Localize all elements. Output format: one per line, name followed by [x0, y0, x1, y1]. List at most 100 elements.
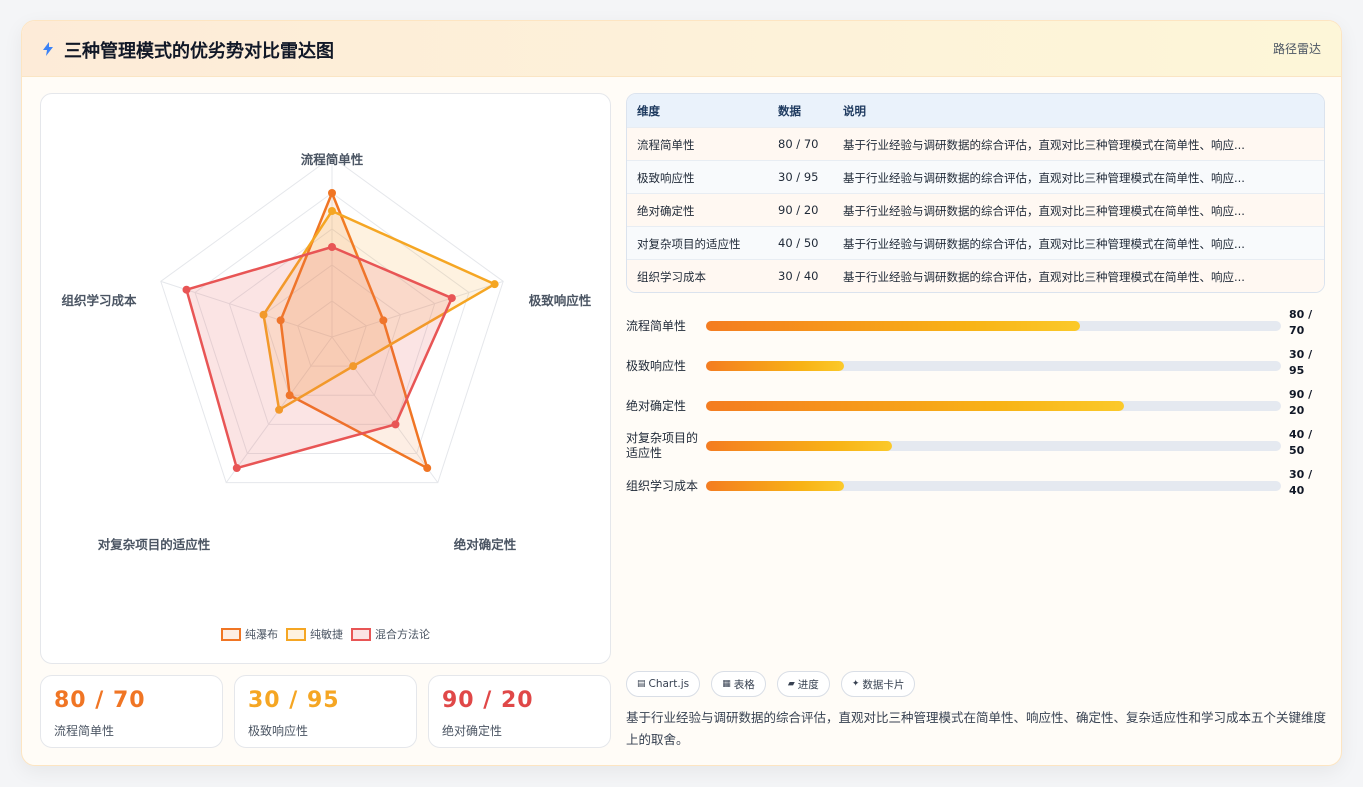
table-header-cell: 数据 [778, 104, 801, 118]
table-cell: 极致响应性 [637, 171, 695, 185]
progress-fill [706, 401, 1125, 411]
table-icon: ▦ [722, 679, 731, 689]
radar-point [447, 294, 456, 303]
radar-point [328, 189, 336, 197]
radar-chart: 流程简单性极致响应性绝对确定性 对复杂项目的适应性 组织学习成本 [61, 152, 592, 552]
legend-label: 混合方法论 [375, 628, 430, 641]
chip-label: 进度 [797, 678, 819, 691]
table-header-row: 维度 数据 说明 [627, 94, 1324, 127]
progress-track [706, 361, 1281, 371]
progress-value: 90 / 20 [1289, 388, 1313, 417]
chip-data-cards[interactable]: ✦ 数据卡片 [840, 671, 916, 697]
stat-card-1: 80 / 70 流程简单性 [40, 675, 223, 748]
stat-value: 30 / 95 [248, 688, 340, 713]
chip-label: 表格 [733, 678, 755, 691]
table-cell: 90 / 20 [778, 203, 819, 217]
progress-track [706, 401, 1281, 411]
progress-value: 30 / 40 [1289, 468, 1313, 497]
data-table: 维度 数据 说明 流程简单性 80 / 70 基于行业经验与调研数据的综合评估，… [626, 93, 1325, 293]
stat-value: 90 / 20 [442, 688, 534, 713]
chip-progress[interactable]: ▰ 进度 [776, 671, 830, 697]
table-cell: 40 / 50 [778, 236, 819, 250]
legend-item[interactable]: 纯敏捷 [286, 626, 343, 642]
chart-legend: 纯瀑布 纯敏捷 混合方法论 [41, 626, 610, 644]
legend-item[interactable]: 纯瀑布 [221, 626, 278, 642]
radar-axis-label: 组织学习成本 [61, 293, 137, 308]
radar-point [182, 285, 191, 294]
table-cell: 基于行业经验与调研数据的综合评估，直观对比三种管理模式在简单性、响应... [843, 270, 1245, 284]
table-row: 绝对确定性 90 / 20 基于行业经验与调研数据的综合评估，直观对比三种管理模… [627, 193, 1324, 226]
stat-label: 流程简单性 [54, 724, 115, 738]
progress-row: 流程简单性 80 / 70 [626, 307, 1326, 347]
legend-swatch [351, 627, 371, 641]
chart-icon: ▤ [637, 679, 646, 689]
radar-axis-label: 对复杂项目的适应性 [98, 537, 211, 552]
progress-fill [706, 361, 844, 371]
table-cell: 基于行业经验与调研数据的综合评估，直观对比三种管理模式在简单性、响应... [843, 138, 1245, 152]
card-header: 三种管理模式的优劣势对比雷达图 路径雷达 [22, 21, 1341, 77]
stat-value: 80 / 70 [54, 688, 146, 713]
table-cell: 80 / 70 [778, 137, 819, 151]
table-cell: 基于行业经验与调研数据的综合评估，直观对比三种管理模式在简单性、响应... [843, 204, 1245, 218]
radar-point [490, 280, 499, 289]
legend-swatch [286, 627, 306, 641]
chip-label: 数据卡片 [862, 678, 905, 691]
progress-label: 绝对确定性 [626, 399, 687, 413]
radar-point [328, 243, 336, 251]
sparkle-icon: ✦ [851, 679, 860, 689]
progress-label: 对复杂项目的适应性 [626, 431, 699, 460]
stat-card-3: 90 / 20 绝对确定性 [428, 675, 611, 748]
progress-row: 绝对确定性 90 / 20 [626, 387, 1326, 427]
legend-label: 纯瀑布 [245, 628, 278, 641]
progress-track [706, 321, 1281, 331]
header-tag[interactable]: 路径雷达 [1273, 40, 1321, 57]
progress-label: 组织学习成本 [626, 479, 699, 493]
progress-row: 组织学习成本 30 / 40 [626, 467, 1326, 507]
table-cell: 基于行业经验与调研数据的综合评估，直观对比三种管理模式在简单性、响应... [843, 171, 1245, 185]
table-row: 组织学习成本 30 / 40 基于行业经验与调研数据的综合评估，直观对比三种管理… [627, 259, 1324, 292]
table-cell: 绝对确定性 [637, 204, 695, 218]
progress-icon: ▰ [787, 679, 795, 689]
progress-track [706, 481, 1281, 491]
progress-fill [706, 481, 844, 491]
progress-row: 极致响应性 30 / 95 [626, 347, 1326, 387]
main-card: 三种管理模式的优劣势对比雷达图 路径雷达 流程简单性 极致响应性 绝对确定性 对复杂项… [21, 20, 1342, 766]
feature-chips: ▤ Chart.js ▦ 表格 ▰ 进度 ✦ 数据卡片 [626, 671, 921, 697]
legend-item[interactable]: 混合方法论 [351, 626, 430, 642]
chip-label: Chart.js [648, 678, 690, 690]
table-row: 流程简单性 80 / 70 基于行业经验与调研数据的综合评估，直观对比三种管理模… [627, 127, 1324, 160]
radar-axis-label: 极致响应性 [529, 293, 592, 308]
chart-description: 基于行业经验与调研数据的综合评估，直观对比三种管理模式在简单性、响应性、确定性、… [626, 710, 1327, 747]
stat-card-2: 30 / 95 极致响应性 [234, 675, 417, 748]
bolt-icon [43, 42, 53, 56]
progress-label: 极致响应性 [626, 359, 687, 373]
radar-axis-label: 流程简单性 [301, 152, 364, 167]
radar-point [423, 464, 432, 473]
table-cell: 基于行业经验与调研数据的综合评估，直观对比三种管理模式在简单性、响应... [843, 237, 1245, 251]
stat-label: 绝对确定性 [442, 724, 503, 738]
radar-point [328, 207, 336, 215]
chip-chartjs[interactable]: ▤ Chart.js [626, 671, 701, 697]
table-cell: 组织学习成本 [637, 270, 706, 284]
table-row: 对复杂项目的适应性 40 / 50 基于行业经验与调研数据的综合评估，直观对比三… [627, 226, 1324, 259]
table-cell: 30 / 40 [778, 269, 819, 283]
progress-value: 30 / 95 [1289, 348, 1313, 377]
progress-fill [706, 441, 892, 451]
table-cell: 30 / 95 [778, 170, 819, 184]
radar-chart-panel: 流程简单性极致响应性绝对确定性 对复杂项目的适应性 组织学习成本 纯瀑布 纯敏捷 混合方… [40, 93, 611, 664]
chip-table[interactable]: ▦ 表格 [711, 671, 766, 697]
table-header-cell: 说明 [843, 104, 866, 118]
radar-point [232, 464, 241, 473]
progress-row: 对复杂项目的适应性 40 / 50 [626, 427, 1326, 467]
progress-value: 40 / 50 [1289, 428, 1313, 457]
radar-axis-label: 绝对确定性 [454, 537, 517, 552]
progress-value: 80 / 70 [1289, 308, 1313, 337]
legend-label: 纯敏捷 [310, 628, 343, 641]
legend-swatch [221, 627, 241, 641]
progress-track [706, 441, 1281, 451]
table-header-cell: 维度 [637, 104, 660, 118]
stat-label: 极致响应性 [248, 724, 309, 738]
page-title: 三种管理模式的优劣势对比雷达图 [64, 41, 334, 62]
progress-fill [706, 321, 1080, 331]
progress-label: 流程简单性 [626, 319, 687, 333]
